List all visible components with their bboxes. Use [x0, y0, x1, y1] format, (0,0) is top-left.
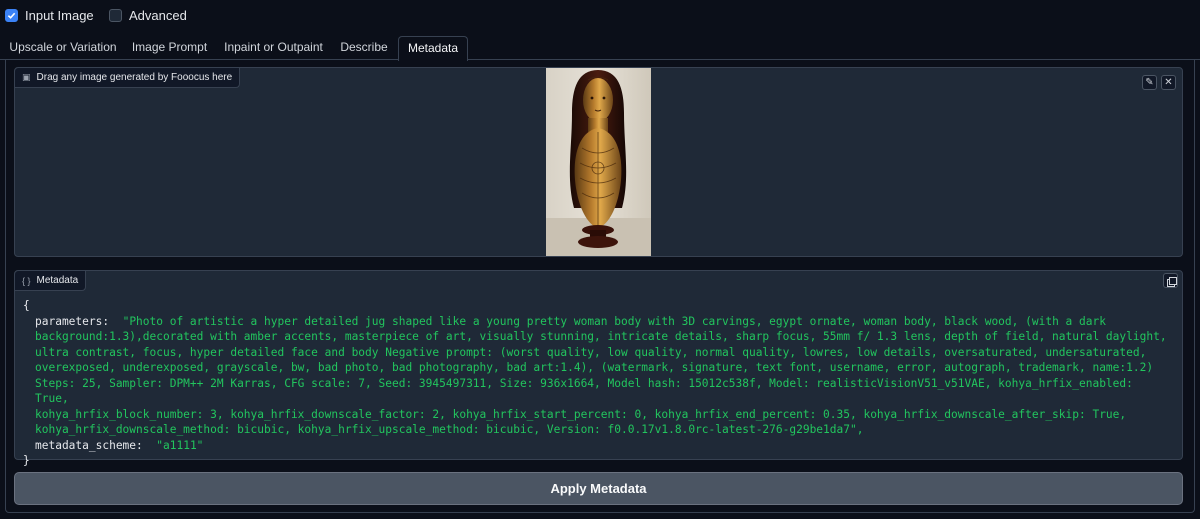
checkbox-unchecked-icon[interactable]: [109, 9, 122, 22]
input-tabs: Upscale or Variation Image Prompt Inpain…: [0, 36, 1200, 61]
json-parameters-line-6: kohya_hrfix_downscale_method: bicubic, k…: [35, 423, 864, 436]
json-open-brace: {: [23, 299, 30, 312]
image-input-label: ▣ Drag any image generated by Fooocus he…: [15, 68, 241, 88]
metadata-image-input[interactable]: ▣ Drag any image generated by Fooocus he…: [14, 67, 1183, 257]
metadata-json: { parameters: "Photo of artistic a hyper…: [23, 298, 1173, 469]
close-icon: ✕: [1164, 77, 1173, 88]
metadata-json-viewer: { } Metadata { parameters: "Photo of art…: [14, 270, 1183, 467]
input-image-checkbox[interactable]: Input Image: [5, 8, 94, 23]
input-options-row: Input Image Advanced: [0, 0, 1200, 30]
json-parameters-line-1: background:1.3),decorated with amber acc…: [35, 330, 1167, 343]
tab-inpaint-or-outpaint[interactable]: Inpaint or Outpaint: [220, 36, 327, 60]
json-parameters-line-2: ultra contrast, focus, hyper detailed fa…: [35, 345, 1147, 359]
pencil-icon: ✎: [1145, 77, 1154, 88]
json-parameters-key: parameters:: [35, 314, 110, 328]
json-parameters-line-4: Steps: 25, Sampler: DPM++ 2M Karras, CFG…: [35, 376, 1133, 406]
tab-image-prompt[interactable]: Image Prompt: [126, 36, 213, 60]
uploaded-image: [546, 68, 651, 256]
tab-describe[interactable]: Describe: [334, 36, 394, 60]
image-input-label-text: Drag any image generated by Fooocus here: [36, 72, 233, 83]
json-parameters-line-3: overexposed, underexposed, grayscale, bw…: [35, 361, 1154, 374]
input-image-label: Input Image: [25, 8, 94, 23]
apply-metadata-button[interactable]: Apply Metadata: [14, 472, 1183, 505]
metadata-label-text: Metadata: [36, 275, 79, 286]
copy-icon[interactable]: [1163, 273, 1178, 288]
checkbox-checked-icon[interactable]: [5, 9, 18, 22]
json-parameters-entry: parameters: "Photo of artistic a hyper d…: [23, 314, 1173, 438]
tab-upscale-or-variation[interactable]: Upscale or Variation: [7, 36, 119, 60]
advanced-checkbox[interactable]: Advanced: [109, 8, 187, 23]
json-close-brace: }: [23, 454, 30, 467]
clear-image-button[interactable]: ✕: [1161, 75, 1176, 90]
image-icon: ▣: [22, 72, 31, 82]
json-scheme-entry: metadata_scheme: "a1111": [23, 438, 1173, 454]
metadata-label: { } Metadata: [15, 271, 87, 291]
json-parameters-line-5: kohya_hrfix_block_number: 3, kohya_hrfix…: [35, 407, 1127, 421]
json-scheme-value: "a1111": [156, 438, 204, 452]
braces-icon: { }: [22, 275, 31, 286]
json-parameters-line-0: "Photo of artistic a hyper detailed jug …: [122, 314, 1106, 328]
json-scheme-key: metadata_scheme:: [35, 438, 143, 452]
tab-metadata[interactable]: Metadata: [398, 36, 468, 61]
advanced-label: Advanced: [129, 8, 187, 23]
edit-image-button[interactable]: ✎: [1142, 75, 1157, 90]
